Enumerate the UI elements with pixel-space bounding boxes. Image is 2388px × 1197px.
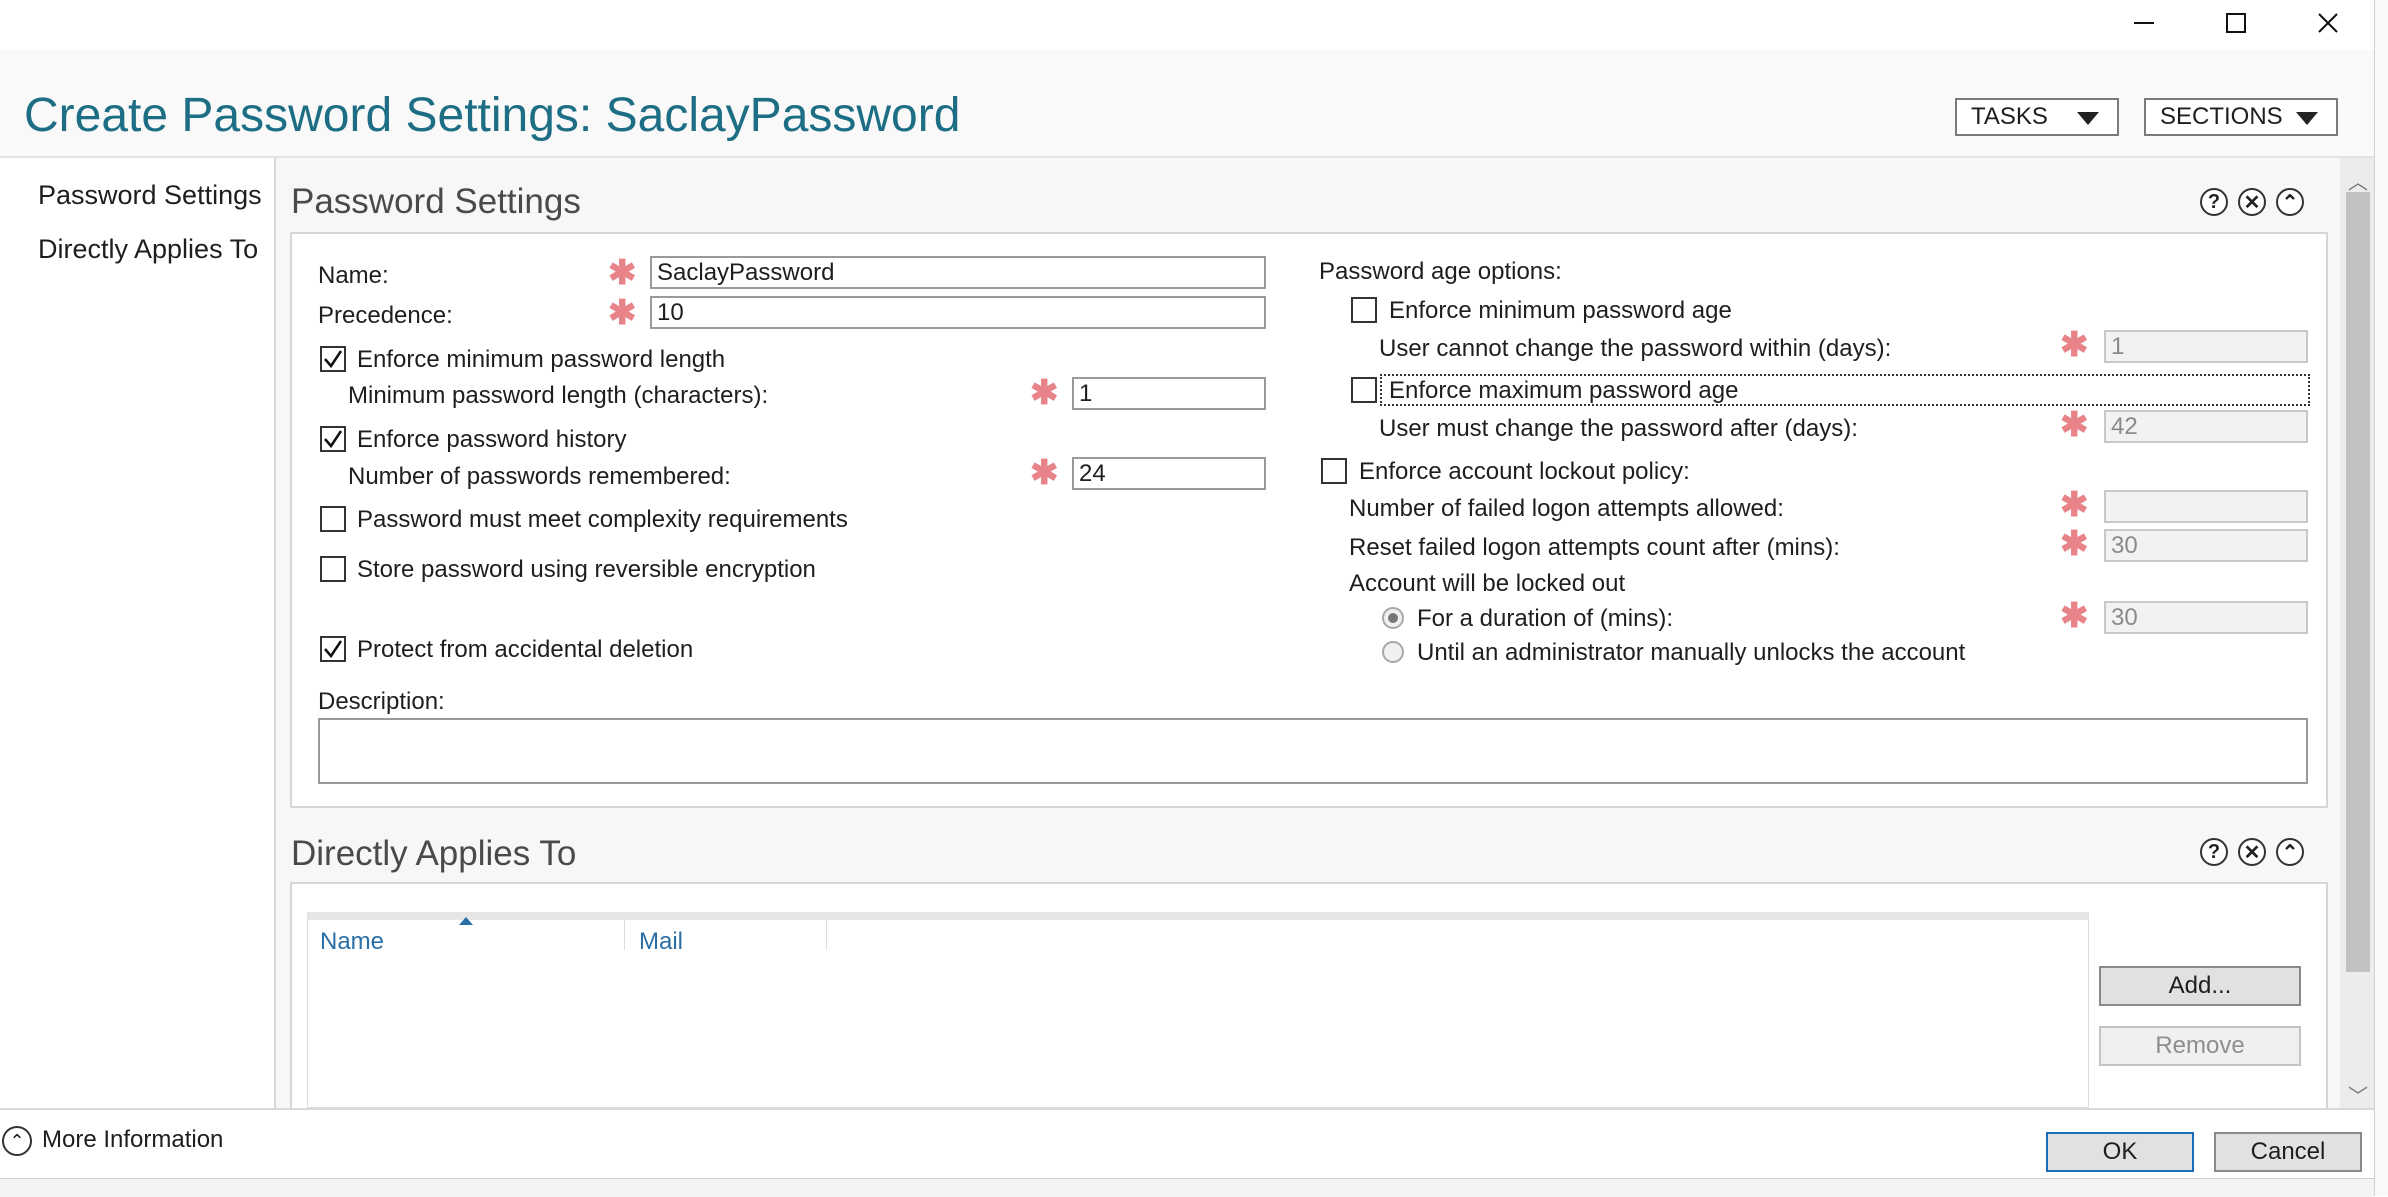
- section-title-directly-applies-to: Directly Applies To: [291, 834, 577, 873]
- min-length-label: Minimum password length (characters):: [348, 382, 769, 409]
- precedence-label: Precedence:: [318, 302, 453, 329]
- ok-button[interactable]: OK: [2046, 1132, 2194, 1172]
- required-star: ✱: [2060, 326, 2089, 364]
- applies-to-list: [307, 912, 2089, 1108]
- maximize-button[interactable]: [2190, 0, 2282, 46]
- reset-count-label: Reset failed logon attempts count after …: [1349, 534, 1840, 561]
- min-age-input[interactable]: 1: [2104, 330, 2308, 363]
- collapse-icon[interactable]: ⌃: [2276, 188, 2304, 216]
- enforce-max-age-label: Enforce maximum password age: [1389, 377, 1739, 404]
- radio-selected-dot: [1388, 613, 1398, 623]
- name-label: Name:: [318, 262, 389, 289]
- until-admin-label: Until an administrator manually unlocks …: [1417, 639, 1966, 666]
- failed-attempts-label: Number of failed logon attempts allowed:: [1349, 495, 1784, 522]
- required-star: ✱: [2060, 597, 2089, 635]
- enforce-history-checkbox[interactable]: [320, 426, 346, 452]
- section-controls: ? ✕ ⌃: [2200, 838, 2304, 866]
- collapse-icon[interactable]: ⌃: [2276, 838, 2304, 866]
- close-section-icon[interactable]: ✕: [2238, 188, 2266, 216]
- required-star: ✱: [1030, 454, 1059, 492]
- duration-input[interactable]: 30: [2104, 601, 2308, 634]
- sections-label: SECTIONS: [2160, 103, 2283, 130]
- failed-attempts-input[interactable]: [2104, 490, 2308, 523]
- min-length-input[interactable]: 1: [1072, 377, 1266, 410]
- enforce-min-age-checkbox[interactable]: [1351, 297, 1377, 323]
- checkmark-icon: [324, 640, 343, 659]
- column-header-name[interactable]: Name: [320, 928, 384, 956]
- history-input[interactable]: 24: [1072, 457, 1266, 490]
- age-options-label: Password age options:: [1319, 258, 1562, 285]
- add-button[interactable]: Add...: [2099, 966, 2301, 1006]
- required-star: ✱: [2060, 406, 2089, 444]
- complexity-label: Password must meet complexity requiremen…: [357, 506, 848, 533]
- protect-deletion-checkbox[interactable]: [320, 636, 346, 662]
- history-label: Number of passwords remembered:: [348, 463, 731, 490]
- cancel-button[interactable]: Cancel: [2214, 1132, 2362, 1172]
- duration-radio[interactable]: [1382, 607, 1404, 629]
- complexity-checkbox[interactable]: [320, 506, 346, 532]
- checkmark-icon: [324, 350, 343, 369]
- duration-label: For a duration of (mins):: [1417, 605, 1674, 632]
- maximize-icon: [2226, 13, 2246, 33]
- sections-dropdown[interactable]: SECTIONS: [2144, 98, 2338, 136]
- background-window-edge: [2374, 0, 2388, 1196]
- checkmark-icon: [324, 430, 343, 449]
- expand-icon[interactable]: ⌃: [2, 1126, 32, 1156]
- minimize-button[interactable]: [2098, 0, 2190, 46]
- tasks-label: TASKS: [1971, 103, 2048, 130]
- required-star: ✱: [1030, 374, 1059, 412]
- left-navigation: [0, 158, 276, 1108]
- reversible-encryption-label: Store password using reversible encrypti…: [357, 556, 816, 583]
- min-age-label: User cannot change the password within (…: [1379, 335, 1892, 362]
- scroll-up-icon[interactable]: ︿: [2348, 166, 2368, 195]
- required-star: ✱: [2060, 486, 2089, 524]
- background-window-strip: [0, 1178, 2374, 1197]
- max-age-label: User must change the password after (day…: [1379, 415, 1858, 442]
- page-title: Create Password Settings: SaclayPassword: [24, 89, 961, 142]
- remove-button[interactable]: Remove: [2099, 1026, 2301, 1066]
- window-title-bar: [0, 0, 2388, 50]
- column-header-mail[interactable]: Mail: [639, 928, 683, 956]
- required-star: ✱: [608, 294, 637, 332]
- section-title-password-settings: Password Settings: [291, 182, 581, 221]
- close-section-icon[interactable]: ✕: [2238, 838, 2266, 866]
- column-divider: [826, 920, 827, 950]
- close-window-button[interactable]: [2282, 0, 2374, 46]
- max-age-input[interactable]: 42: [2104, 410, 2308, 443]
- reset-count-input[interactable]: 30: [2104, 529, 2308, 562]
- close-icon: [2318, 13, 2338, 33]
- more-information-link[interactable]: More Information: [42, 1126, 223, 1154]
- enforce-history-label: Enforce password history: [357, 426, 627, 453]
- help-icon[interactable]: ?: [2200, 188, 2228, 216]
- minimize-icon: [2134, 22, 2154, 24]
- description-textarea[interactable]: [318, 718, 2308, 784]
- nav-item-directly-applies-to[interactable]: Directly Applies To: [38, 234, 258, 265]
- scrollbar-thumb[interactable]: [2346, 192, 2370, 972]
- nav-item-password-settings[interactable]: Password Settings: [38, 180, 262, 211]
- name-input[interactable]: SaclayPassword: [650, 256, 1266, 289]
- sort-ascending-icon: [459, 917, 473, 925]
- enforce-min-length-label: Enforce minimum password length: [357, 346, 726, 373]
- required-star: ✱: [608, 254, 637, 292]
- scroll-down-icon[interactable]: ﹀: [2348, 1080, 2368, 1109]
- chevron-down-icon: [2077, 112, 2099, 125]
- description-label: Description:: [318, 688, 445, 715]
- tasks-dropdown[interactable]: TASKS: [1955, 98, 2119, 136]
- lockout-policy-label: Enforce account lockout policy:: [1359, 458, 1690, 485]
- precedence-input[interactable]: 10: [650, 296, 1266, 329]
- lockout-policy-checkbox[interactable]: [1321, 458, 1347, 484]
- enforce-max-age-checkbox[interactable]: [1351, 377, 1377, 403]
- enforce-min-length-checkbox[interactable]: [320, 346, 346, 372]
- chevron-down-icon: [2296, 112, 2318, 125]
- until-admin-radio[interactable]: [1382, 641, 1404, 663]
- section-controls: ? ✕ ⌃: [2200, 188, 2304, 216]
- help-icon[interactable]: ?: [2200, 838, 2228, 866]
- column-divider: [624, 920, 625, 950]
- locked-out-label: Account will be locked out: [1349, 570, 1626, 597]
- required-star: ✱: [2060, 525, 2089, 563]
- enforce-min-age-label: Enforce minimum password age: [1389, 297, 1732, 324]
- dialog-footer: [0, 1108, 2374, 1180]
- protect-deletion-label: Protect from accidental deletion: [357, 636, 694, 663]
- reversible-encryption-checkbox[interactable]: [320, 556, 346, 582]
